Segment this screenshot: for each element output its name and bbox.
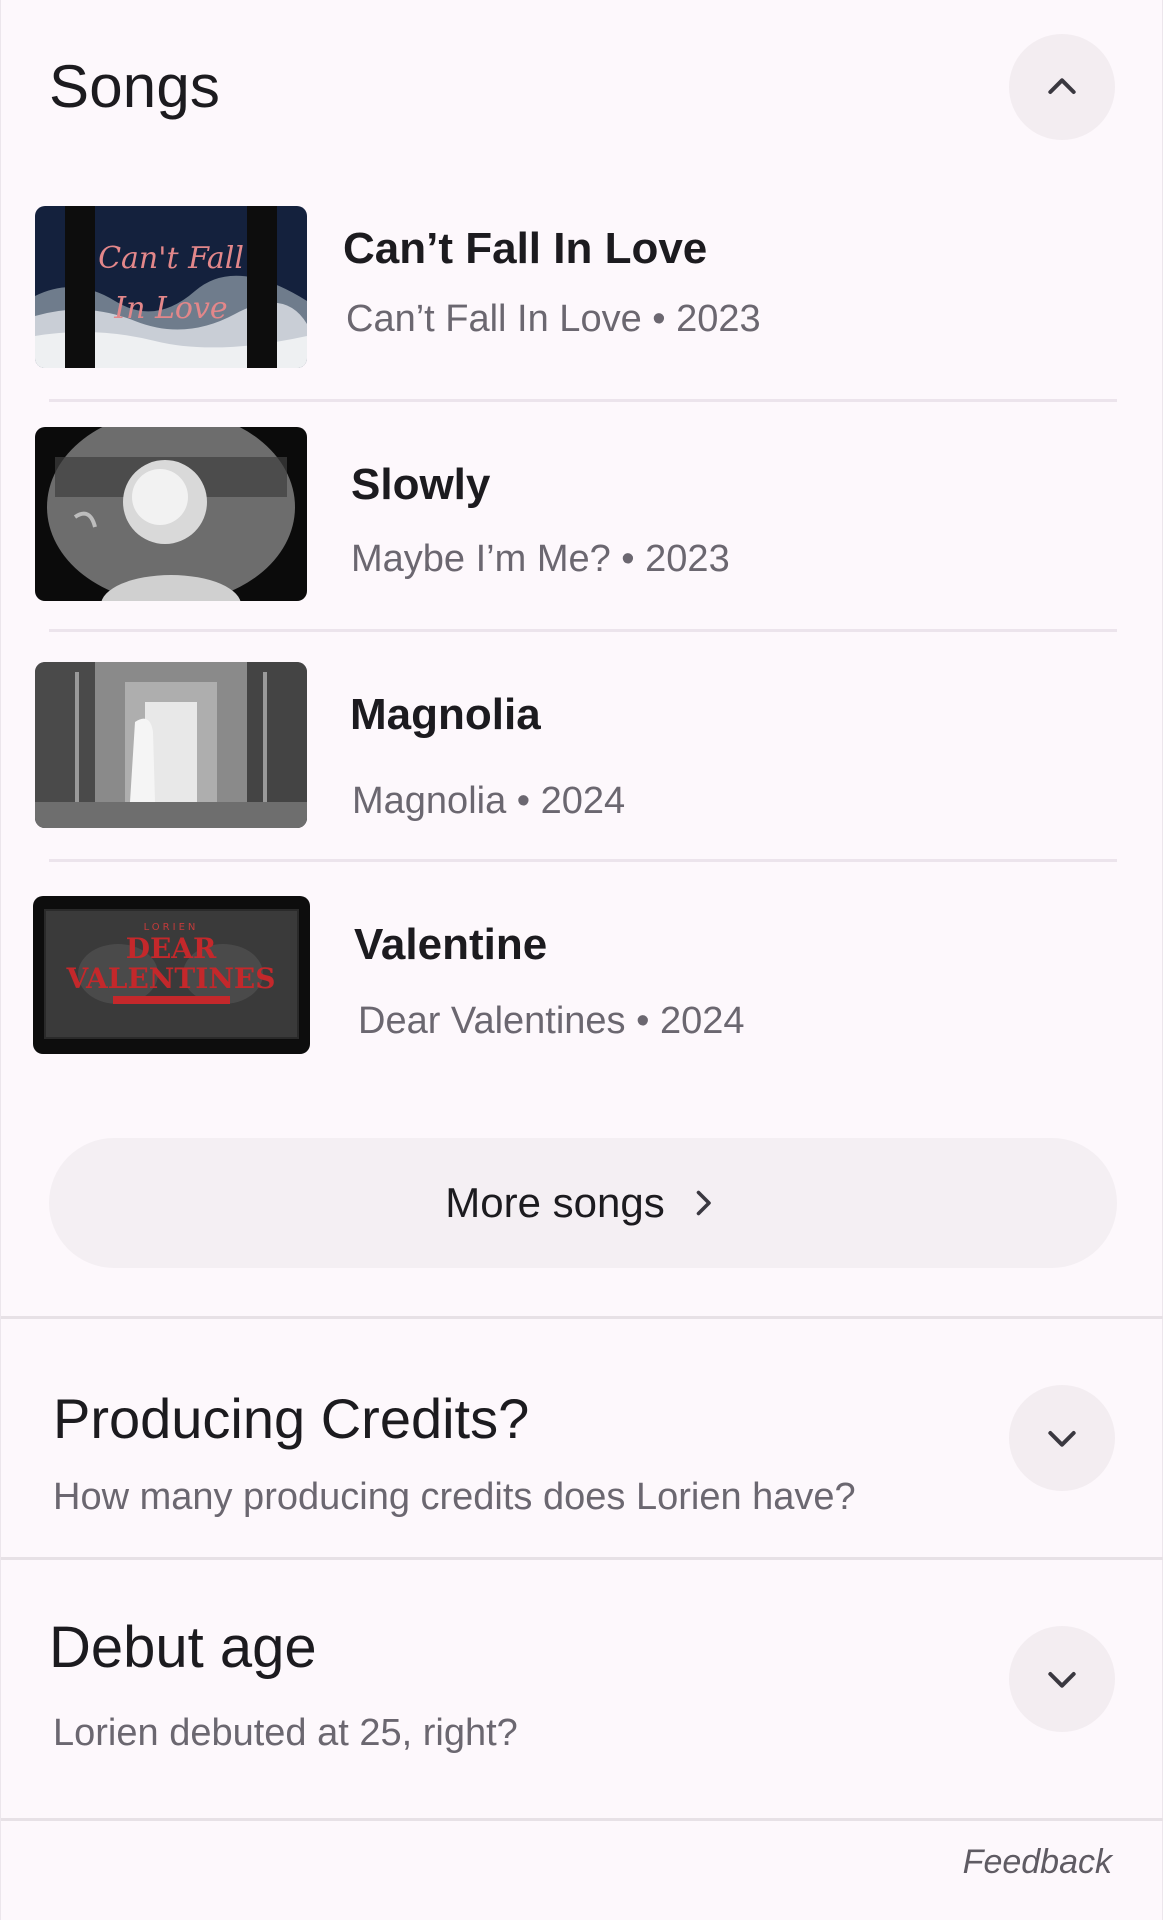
divider bbox=[49, 859, 1117, 862]
section-divider bbox=[1, 1316, 1163, 1319]
song-title: Slowly bbox=[351, 460, 491, 509]
song-subtitle: Dear Valentines • 2024 bbox=[358, 1000, 745, 1042]
thumbnail-text: In Love bbox=[113, 291, 227, 326]
expand-button[interactable] bbox=[1009, 1385, 1115, 1491]
more-songs-label: More songs bbox=[445, 1179, 665, 1226]
thumbnail-text: Can't Fall bbox=[98, 241, 244, 276]
thumbnail-text: DEAR bbox=[126, 932, 217, 965]
song-thumbnail bbox=[35, 662, 307, 828]
faq-title: Debut age bbox=[49, 1615, 317, 1680]
page: Songs Can't Fall In Love Can’t Fall In L… bbox=[0, 0, 1163, 1920]
divider bbox=[49, 629, 1117, 632]
expand-button[interactable] bbox=[1009, 1626, 1115, 1732]
chevron-up-icon bbox=[1048, 78, 1076, 94]
faq-title: Producing Credits? bbox=[53, 1387, 530, 1450]
section-divider bbox=[1, 1818, 1163, 1821]
song-title: Valentine bbox=[354, 920, 548, 969]
section-title-songs: Songs bbox=[49, 53, 221, 120]
chevron-down-icon bbox=[1048, 1672, 1076, 1688]
song-subtitle: Can’t Fall In Love • 2023 bbox=[346, 298, 761, 340]
faq-subtitle: Lorien debuted at 25, right? bbox=[53, 1712, 518, 1754]
song-subtitle: Maybe I’m Me? • 2023 bbox=[351, 538, 730, 580]
collapse-songs-button[interactable] bbox=[1009, 34, 1115, 140]
chevron-right-icon bbox=[696, 1190, 711, 1216]
section-divider bbox=[1, 1557, 1163, 1560]
divider bbox=[49, 399, 1117, 402]
feedback-link[interactable]: Feedback bbox=[963, 1843, 1112, 1882]
song-title: Magnolia bbox=[350, 690, 541, 739]
song-thumbnail: LORIEN DEAR VALENTINES bbox=[33, 896, 310, 1054]
song-title: Can’t Fall In Love bbox=[343, 224, 708, 273]
thumbnail-text: VALENTINES bbox=[66, 962, 276, 995]
song-subtitle: Magnolia • 2024 bbox=[352, 780, 626, 822]
faq-subtitle: How many producing credits does Lorien h… bbox=[53, 1476, 856, 1518]
more-songs-button[interactable]: More songs bbox=[49, 1138, 1117, 1268]
chevron-down-icon bbox=[1048, 1431, 1076, 1447]
song-thumbnail bbox=[35, 427, 307, 601]
song-thumbnail: Can't Fall In Love bbox=[35, 206, 307, 368]
